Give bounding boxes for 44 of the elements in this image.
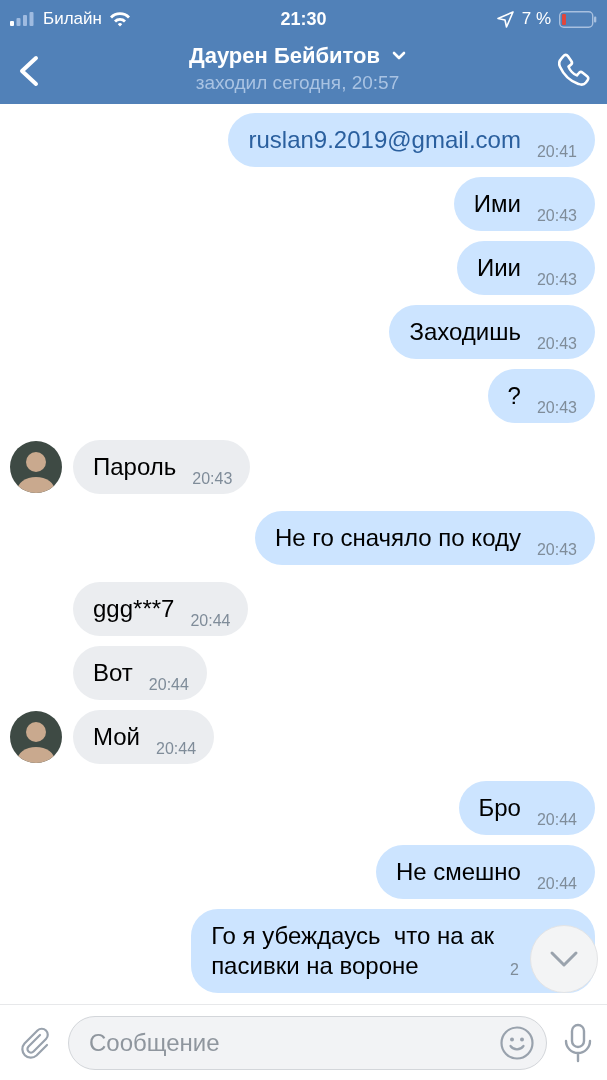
carrier-name: Билайн: [43, 9, 102, 29]
battery-percent: 7 %: [521, 9, 551, 29]
chevron-down-icon[interactable]: [392, 51, 407, 60]
microphone-icon[interactable]: [563, 1022, 593, 1063]
message-text: Го я убеждаусь что на ак пасивки на вороне: [211, 921, 495, 981]
message-text: Заходишь: [409, 317, 521, 347]
message-time: 20:44: [190, 612, 231, 630]
back-icon[interactable]: [18, 55, 40, 87]
message-text: ggg***7: [93, 594, 175, 624]
message-time: 20:43: [536, 271, 577, 289]
emoji-icon[interactable]: [499, 1024, 535, 1061]
message-text: Ими: [473, 189, 521, 219]
wifi-icon: [108, 11, 131, 27]
message-text: Вот: [93, 658, 133, 688]
message-time: 20:43: [536, 207, 577, 225]
message-text: Не смешно: [395, 857, 521, 887]
message-time: 20:43: [536, 399, 577, 417]
clock-time: 21:30: [280, 8, 327, 30]
avatar[interactable]: [10, 711, 62, 763]
message-time: 20:43: [536, 541, 577, 559]
last-seen-status: заходил сегодня, 20:57: [195, 71, 400, 94]
message-field[interactable]: Сообщение: [68, 1015, 547, 1070]
contact-name[interactable]: Даурен Бейбитов: [188, 42, 381, 69]
message-text: ruslan9.2019@gmail.com: [248, 125, 521, 155]
chevron-down-icon: [549, 950, 579, 968]
message-text: Не го сначяло по коду: [274, 523, 521, 553]
message-text: Бро: [478, 793, 521, 823]
message-time: 20:43: [536, 335, 577, 353]
message-text: Пароль: [93, 452, 177, 482]
message-time: 20:44: [536, 811, 577, 829]
avatar[interactable]: [10, 441, 62, 493]
location-arrow-icon: [496, 10, 514, 28]
attach-icon[interactable]: [18, 1025, 52, 1060]
message-time: 2: [510, 960, 519, 980]
message-time: 20:44: [156, 740, 197, 758]
message-time: 20:43: [192, 470, 233, 488]
message-time: 20:44: [536, 875, 577, 893]
message-time: 20:44: [148, 676, 189, 694]
message-text: ?: [507, 381, 521, 411]
signal-icon: [10, 12, 36, 26]
message-text: Иии: [476, 253, 521, 283]
message-text: Мой: [93, 722, 140, 752]
battery-icon: [559, 10, 597, 28]
message-time: 20:41: [536, 143, 577, 161]
